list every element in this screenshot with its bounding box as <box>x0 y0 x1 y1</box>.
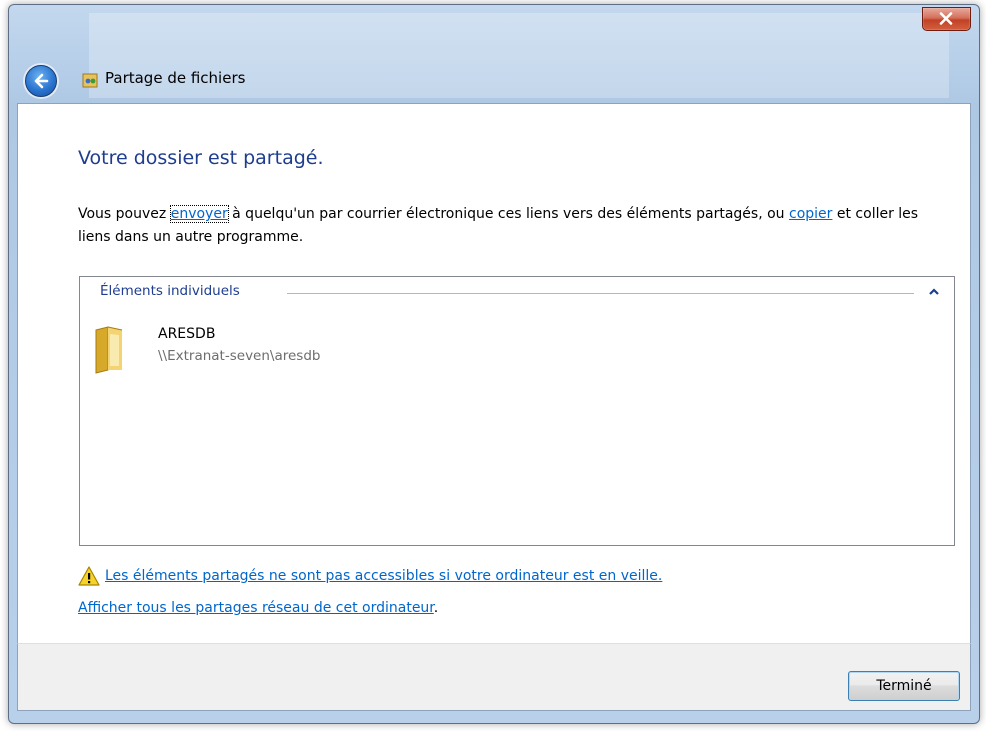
show-all-shares-link[interactable]: Afficher tous les partages réseau de cet… <box>78 600 434 616</box>
dialog-window: Partage de fichiers Votre dossier est pa… <box>8 4 980 724</box>
sleep-warning-link[interactable]: Les éléments partagés ne sont pas access… <box>105 568 662 584</box>
folder-icon <box>95 326 123 374</box>
content-area: Votre dossier est partagé. Vous pouvez e… <box>17 103 971 645</box>
close-button[interactable] <box>922 7 971 31</box>
intro-text-1: Vous pouvez <box>78 206 171 222</box>
done-button[interactable]: Terminé <box>848 671 960 701</box>
warning-icon <box>78 566 100 586</box>
shared-items-list: Éléments individuels ARESDB \\Extranat-s… <box>79 276 955 546</box>
back-arrow-icon <box>34 73 49 89</box>
page-title: Votre dossier est partagé. <box>78 147 324 169</box>
instructions-text: Vous pouvez envoyer à quelqu'un par cour… <box>78 203 948 249</box>
chevron-up-icon[interactable] <box>928 287 940 297</box>
item-name: ARESDB <box>158 326 216 342</box>
group-header: Éléments individuels <box>100 283 240 299</box>
back-button[interactable] <box>25 65 57 97</box>
close-icon <box>939 12 953 25</box>
copy-link[interactable]: copier <box>789 206 832 222</box>
item-path: \\Extranat-seven\aresdb <box>158 348 321 364</box>
dialog-footer: Terminé <box>17 643 971 711</box>
file-sharing-icon <box>82 73 98 88</box>
group-divider <box>287 293 914 294</box>
intro-text-2: à quelqu'un par courrier électronique ce… <box>227 206 789 222</box>
window-title: Partage de fichiers <box>105 69 246 87</box>
title-bar: Partage de fichiers <box>9 5 979 113</box>
list-item[interactable]: ARESDB \\Extranat-seven\aresdb <box>92 323 422 375</box>
send-email-link[interactable]: envoyer <box>169 205 229 223</box>
all-shares-suffix: . <box>433 600 439 616</box>
all-shares-line: Afficher tous les partages réseau de cet… <box>78 600 438 616</box>
